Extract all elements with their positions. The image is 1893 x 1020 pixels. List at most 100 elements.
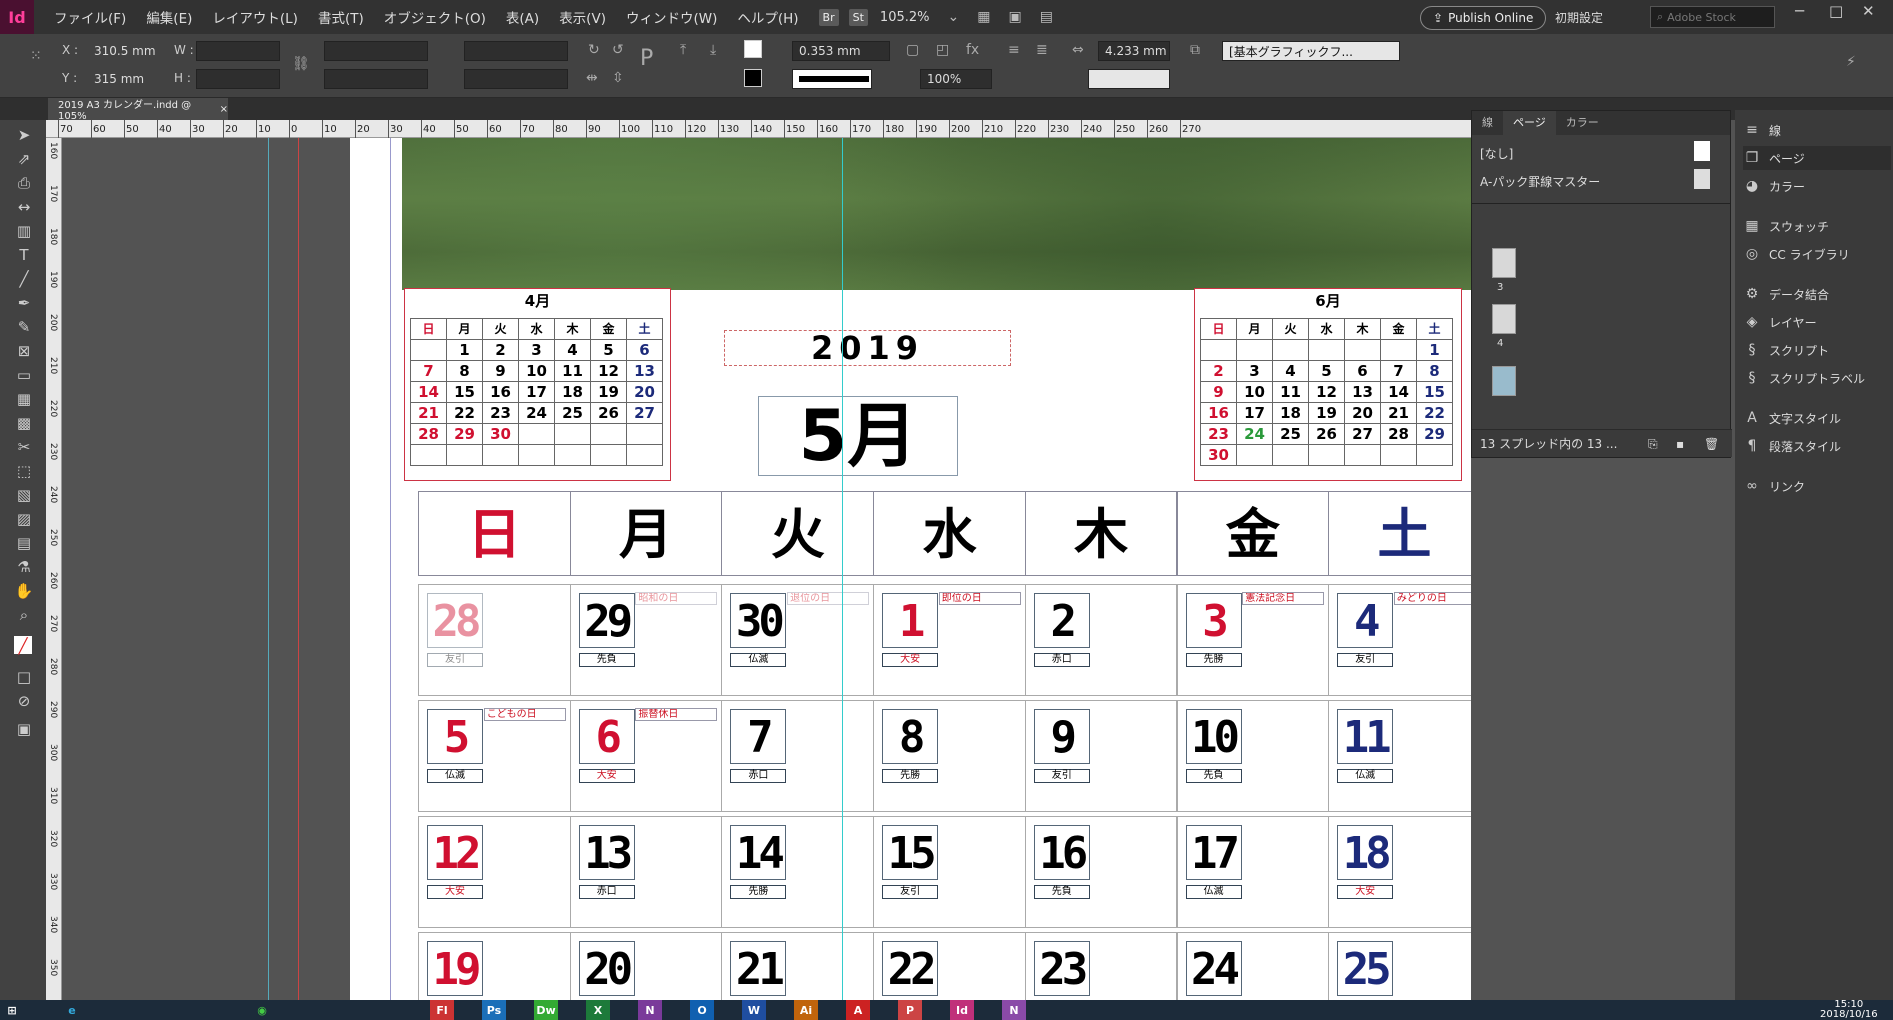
rectangle-tool-icon[interactable]: ▭ <box>14 366 34 384</box>
taskbar-app-icon[interactable]: P <box>898 1000 922 1020</box>
hand-tool-icon[interactable]: ✋ <box>14 582 34 600</box>
type-tool-icon[interactable]: T <box>14 246 34 264</box>
day-cell[interactable]: 10 先負 <box>1176 700 1330 812</box>
taskbar-app-icon[interactable]: O <box>690 1000 714 1020</box>
panel-pages[interactable]: ❐ ページ <box>1743 146 1891 170</box>
indesign-logo-icon[interactable]: Id <box>0 0 34 34</box>
object-style-select[interactable]: [基本グラフィックフ... <box>1222 41 1400 61</box>
trash-icon[interactable]: 🗑 <box>1704 430 1719 458</box>
select-container-icon[interactable]: ⤒ <box>680 42 686 58</box>
stock-button[interactable]: St <box>848 8 868 26</box>
panel-data-merge[interactable]: ⚙ データ結合 <box>1743 282 1891 306</box>
close-icon[interactable]: ✕ <box>1862 2 1875 20</box>
start-icon[interactable]: ⊞ <box>0 1000 24 1020</box>
fill-none-swatch[interactable] <box>744 40 762 58</box>
day-cell[interactable]: 9 友引 <box>1024 700 1178 812</box>
scale-y-input[interactable] <box>324 69 428 89</box>
fill-stroke-swatch-icon[interactable]: ╱ <box>14 636 32 655</box>
day-cell[interactable]: 25 <box>1328 932 1471 1000</box>
gradient-tool-icon[interactable]: ▧ <box>14 486 34 504</box>
mini-calendar-next[interactable]: 6月 日月火水木金土 1 2 3 4 5 6 7 8 9 10 11 12 13 14 15 16 17 18 19 2… <box>1194 288 1462 481</box>
zoom-tool-icon[interactable]: ⌕ <box>14 606 34 624</box>
day-cell[interactable]: 22 <box>873 932 1026 1000</box>
close-tab-icon[interactable]: × <box>220 104 228 115</box>
day-cell[interactable]: 7 赤口 <box>721 700 875 812</box>
select-content-icon[interactable]: ⤓ <box>710 42 716 58</box>
constrain-proportions-icon[interactable]: ⛓ <box>292 56 310 72</box>
year-text-frame[interactable]: 2019 <box>724 330 1011 366</box>
note-tool-icon[interactable]: ▤ <box>14 534 34 552</box>
workspace-switcher[interactable]: 初期設定 <box>1555 9 1603 26</box>
panel-swatches[interactable]: ▦ スウォッチ <box>1743 214 1891 238</box>
chrome-icon[interactable]: ◉ <box>250 1000 274 1020</box>
day-cell[interactable]: 15 友引 <box>873 816 1026 928</box>
content-collector-icon[interactable]: ▥ <box>14 222 34 240</box>
day-cell[interactable]: 23 <box>1024 932 1178 1000</box>
line-tool-icon[interactable]: ╱ <box>14 270 34 288</box>
formatting-container-icon[interactable]: □ <box>14 668 34 686</box>
menu-object[interactable]: オブジェクト(O) <box>384 7 486 27</box>
panel-character-styles[interactable]: A 文字スタイル <box>1743 406 1891 430</box>
panel-color[interactable]: ◕ カラー <box>1743 174 1891 198</box>
taskbar-app-icon[interactable]: A <box>846 1000 870 1020</box>
arrange-documents-icon[interactable]: ▤ <box>1040 9 1053 25</box>
align-left-icon[interactable]: ≡ <box>1008 42 1020 58</box>
frame-fitting-icon[interactable]: ▢ <box>906 42 919 58</box>
day-cell[interactable]: 19 <box>418 932 571 1000</box>
menu-file[interactable]: ファイル(F) <box>54 7 126 27</box>
panel-paragraph-styles[interactable]: ¶ 段落スタイル <box>1743 434 1891 458</box>
effects-icon[interactable]: fx <box>966 42 979 58</box>
adobe-stock-search[interactable]: ⌕ Adobe Stock <box>1650 6 1775 28</box>
eyedropper-tool-icon[interactable]: ⚗ <box>14 558 34 576</box>
selection-tool-icon[interactable]: ➤ <box>14 126 34 144</box>
stroke-weight-input[interactable]: 0.353 mm <box>792 41 890 61</box>
panel-scripts[interactable]: § スクリプト <box>1743 338 1891 362</box>
taskbar-app-icon[interactable]: N <box>1002 1000 1026 1020</box>
panel-links[interactable]: ∞ リンク <box>1743 474 1891 498</box>
day-cell[interactable]: 3 先勝 憲法記念日 <box>1176 584 1330 696</box>
taskbar-app-icon[interactable]: Ps <box>482 1000 506 1020</box>
menu-edit[interactable]: 編集(E) <box>146 7 192 27</box>
day-cell[interactable]: 12 大安 <box>418 816 571 928</box>
ie-icon[interactable]: e <box>60 1000 84 1020</box>
gap-tool-icon[interactable]: ↔ <box>14 198 34 216</box>
document-tab[interactable]: 2019 A3 カレンダー.indd @ 105% × <box>48 98 228 122</box>
menu-window[interactable]: ウィンドウ(W) <box>626 7 717 27</box>
master-a[interactable]: A-パック罫線マスター <box>1480 173 1600 190</box>
day-cell[interactable]: 13 赤口 <box>569 816 723 928</box>
reference-point-icon[interactable]: ⁙ <box>30 48 42 64</box>
taskbar-app-icon[interactable]: Ai <box>794 1000 818 1020</box>
page-tool-icon[interactable]: ⎙ <box>14 174 34 192</box>
day-cell[interactable]: 1 大安 即位の日 <box>873 584 1026 696</box>
day-cell[interactable]: 2 赤口 <box>1024 584 1178 696</box>
day-cell[interactable]: 28 友引 <box>418 584 571 696</box>
shear-input[interactable] <box>464 69 568 89</box>
screen-mode-tool-icon[interactable]: ▣ <box>14 720 34 738</box>
document-page[interactable]: 4月 日月火水木金土 1 2 3 4 5 6 7 8 9 10 11 12 13 14 15 16 17 18 19 2… <box>350 138 1471 1000</box>
path-icon[interactable]: P <box>640 46 653 71</box>
opacity-input[interactable]: 100% <box>920 69 992 89</box>
page-options-icon[interactable]: ▪ <box>1676 430 1684 458</box>
x-position-input[interactable]: 310.5 mm <box>88 41 174 61</box>
day-cell[interactable]: 11 仏滅 <box>1328 700 1471 812</box>
new-page-icon[interactable]: ⎘ <box>1648 430 1658 458</box>
menu-table[interactable]: 表(A) <box>506 7 539 27</box>
page-thumbnail-3[interactable] <box>1492 248 1516 278</box>
mini-calendar-prev[interactable]: 4月 日月火水木金土 1 2 3 4 5 6 7 8 9 10 11 12 13 14 15 16 17 18 19 2… <box>404 288 671 481</box>
menu-type[interactable]: 書式(T) <box>318 7 364 27</box>
page-thumbnail-5[interactable] <box>1492 366 1516 396</box>
day-cell[interactable]: 8 先勝 <box>873 700 1026 812</box>
publish-online-button[interactable]: ⇪ Publish Online <box>1420 6 1547 30</box>
flip-vertical-icon[interactable]: ⇳ <box>612 70 624 86</box>
chevron-down-icon[interactable]: ⌄ <box>948 9 960 25</box>
color-field[interactable] <box>1088 69 1170 89</box>
taskbar-app-icon[interactable]: W <box>742 1000 766 1020</box>
panel-layers[interactable]: ◈ レイヤー <box>1743 310 1891 334</box>
corner-options-icon[interactable]: ◰ <box>936 42 949 58</box>
master-none[interactable]: [なし] <box>1480 145 1513 162</box>
day-cell[interactable]: 18 大安 <box>1328 816 1471 928</box>
align-center-icon[interactable]: ≣ <box>1036 42 1048 58</box>
apply-none-icon[interactable]: ⊘ <box>14 692 34 710</box>
object-style-icon[interactable]: ⧉ <box>1190 42 1200 58</box>
day-cell[interactable]: 24 <box>1176 932 1330 1000</box>
